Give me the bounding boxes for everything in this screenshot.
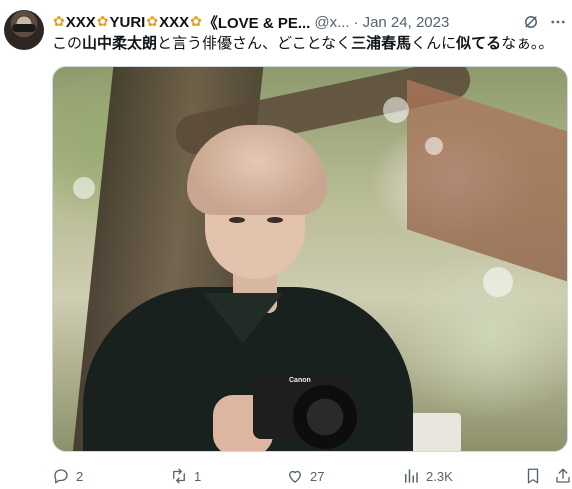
tweet-text-bold-segment: 似てる — [456, 35, 502, 52]
tweet-text-segment: この — [52, 35, 83, 52]
repost-count: 1 — [194, 468, 202, 484]
like-button[interactable]: 27 — [286, 467, 324, 485]
bokeh-light — [483, 267, 513, 297]
reply-button[interactable]: 2 — [52, 467, 83, 485]
display-name-part: 《LOVE & PE... — [202, 14, 311, 32]
share-icon — [556, 468, 570, 483]
views-button[interactable]: 2.3K — [402, 467, 453, 485]
tweet-date[interactable]: Jan 24, 2023 — [363, 14, 450, 31]
bokeh-light — [383, 97, 409, 123]
like-count: 27 — [310, 468, 325, 484]
views-chart-icon — [405, 469, 418, 483]
more-icon[interactable] — [548, 13, 568, 31]
bookmark-icon — [527, 468, 539, 484]
tweet-text-segment: なぁ。。 — [501, 35, 554, 52]
grok-icon[interactable] — [522, 13, 540, 31]
repost-icon — [173, 468, 185, 484]
right-eye — [267, 217, 283, 223]
tweet-photo[interactable]: Canon — [52, 66, 568, 452]
tweet-text: この山中柔太朗と言う俳優さん、どことなく三浦春馬くんに似てるなぁ。。 — [52, 34, 564, 54]
views-count: 2.3K — [426, 468, 453, 484]
bookmark-button[interactable] — [524, 467, 542, 485]
display-name-part: YURI — [109, 13, 146, 31]
repost-button[interactable]: 1 — [170, 467, 201, 485]
avatar[interactable] — [4, 10, 44, 50]
reply-icon — [54, 469, 68, 484]
coffee-cup — [411, 413, 461, 451]
sunflower-icon: ✿ — [190, 14, 202, 30]
share-button[interactable] — [554, 467, 572, 485]
camera-brand-label: Canon — [289, 377, 311, 384]
tweet-text-segment: と言う俳優さん、どことなく — [157, 35, 352, 52]
action-bar: 2 1 27 2.3K — [52, 466, 570, 486]
reply-count: 2 — [76, 468, 84, 484]
sunflower-icon: ✿ — [53, 14, 65, 30]
user-handle[interactable]: @x... — [314, 14, 349, 31]
tweet-header: ✋ ✿ XXX ✿ YURI ✿ XXX ✿ ✋ 《LOVE & PE... @… — [52, 12, 568, 400]
sunflower-icon: ✿ — [96, 14, 109, 30]
display-name-part: XXX — [65, 13, 96, 31]
bokeh-light — [73, 177, 95, 199]
display-name-part: XXX — [159, 13, 190, 31]
separator-dot: · — [353, 13, 359, 31]
sunflower-icon: ✿ — [146, 14, 159, 30]
heart-icon — [289, 470, 301, 483]
tweet-text-bold-segment: 三浦春馬 — [351, 35, 412, 52]
avatar-glasses — [12, 24, 36, 32]
tweet-text-segment: くんに — [411, 35, 457, 52]
left-eye — [229, 217, 245, 223]
display-name[interactable]: ✋ ✿ XXX ✿ YURI ✿ XXX ✿ ✋ 《LOVE & PE... — [52, 12, 311, 400]
bokeh-light — [425, 137, 443, 155]
roof-background — [407, 79, 567, 285]
tweet-text-bold-segment: 山中柔太朗 — [82, 35, 158, 52]
camera-lens — [293, 385, 357, 449]
